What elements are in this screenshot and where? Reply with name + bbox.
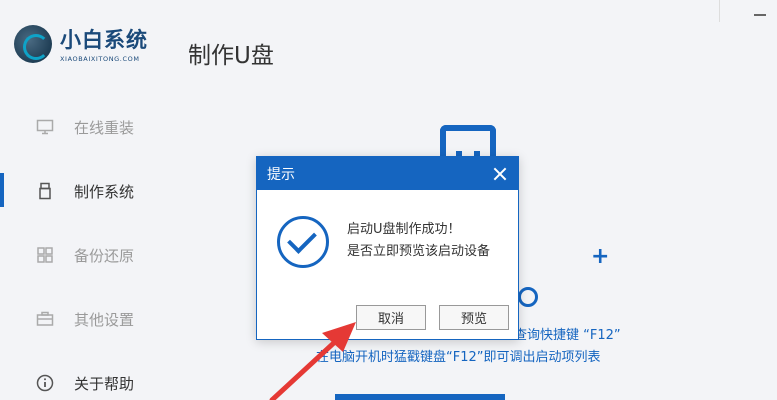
boot-menu-hint: 在电脑开机时猛戳键盘“F12”即可调出启动项列表 [316, 350, 601, 365]
sidebar: 在线重装 制作系统 备份还原 其他设置 关于帮助 [0, 95, 175, 400]
close-icon[interactable] [492, 166, 508, 182]
logo-text: 小白系统 XIAOBAIXITONG.COM [60, 24, 148, 63]
sidebar-item-online-reinstall[interactable]: 在线重装 [0, 95, 175, 159]
start-button-edge[interactable] [335, 394, 505, 400]
logo-title: 小白系统 [60, 28, 148, 52]
page-title: 制作U盘 [188, 43, 274, 69]
ring-icon [518, 287, 538, 307]
app-logo: 小白系统 XIAOBAIXITONG.COM [14, 24, 148, 63]
sidebar-item-label: 其他设置 [74, 310, 135, 329]
dialog-title: 提示 [267, 166, 295, 183]
usb-drive-icon [36, 182, 54, 200]
success-dialog: 提示 启动U盘制作成功！ 是否立即预览该启动设备 取消 预览 [256, 156, 519, 340]
shortcut-hint: 查询快捷键 “F12” [514, 328, 621, 343]
checkmark-icon [277, 216, 329, 268]
sidebar-item-label: 在线重装 [74, 118, 135, 137]
sidebar-item-make-system[interactable]: 制作系统 [0, 159, 175, 223]
titlebar-divider [719, 0, 720, 22]
dialog-header: 提示 [257, 157, 518, 190]
dialog-message-success: 启动U盘制作成功！ [347, 222, 461, 237]
minimize-icon[interactable] [743, 0, 777, 30]
sidebar-item-about-help[interactable]: 关于帮助 [0, 351, 175, 400]
info-icon [36, 374, 54, 392]
sidebar-item-other-settings[interactable]: 其他设置 [0, 287, 175, 351]
monitor-icon [36, 118, 54, 136]
sidebar-item-label: 备份还原 [74, 246, 135, 265]
logo-icon [14, 24, 52, 63]
sidebar-item-label: 制作系统 [74, 182, 135, 201]
briefcase-icon [36, 310, 54, 328]
sidebar-item-label: 关于帮助 [74, 374, 135, 393]
sidebar-item-backup-restore[interactable]: 备份还原 [0, 223, 175, 287]
grid-icon [36, 246, 54, 264]
plus-icon: + [591, 244, 610, 269]
window-controls [743, 0, 777, 30]
preview-button[interactable]: 预览 [439, 305, 509, 330]
cancel-button[interactable]: 取消 [356, 305, 426, 330]
dialog-message-question: 是否立即预览该启动设备 [347, 244, 491, 259]
logo-subtitle: XIAOBAIXITONG.COM [60, 55, 140, 63]
dialog-body: 启动U盘制作成功！ 是否立即预览该启动设备 取消 预览 [257, 190, 518, 340]
